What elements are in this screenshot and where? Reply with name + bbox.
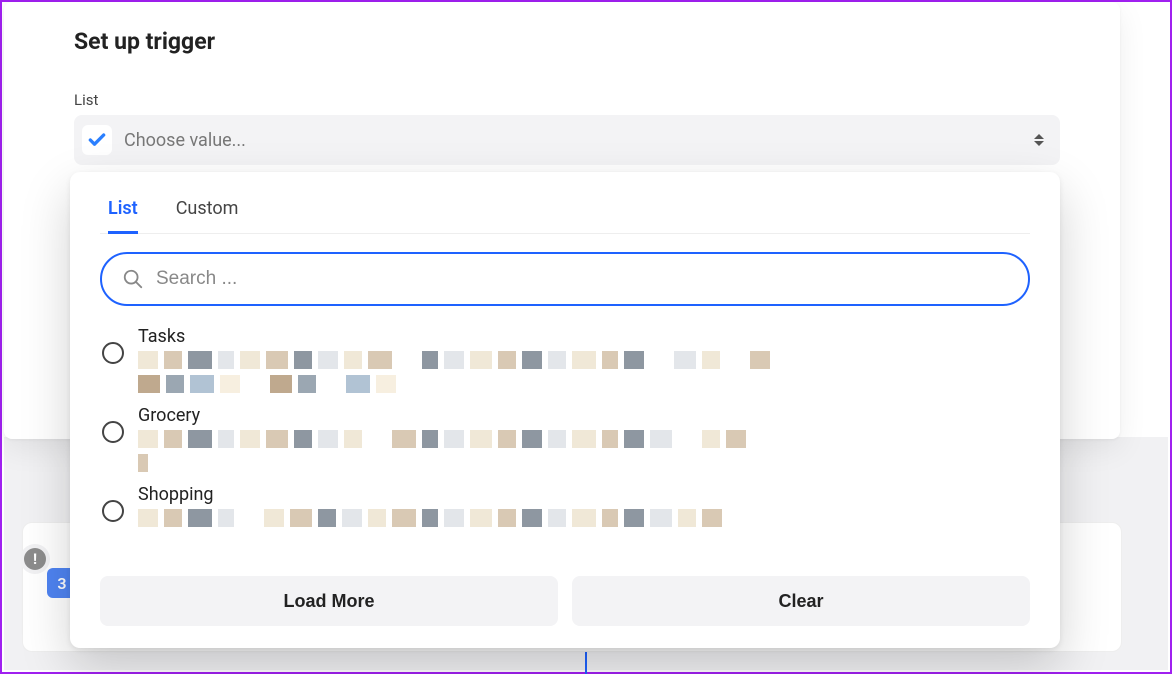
list-option[interactable]: Tasks: [100, 320, 1030, 399]
list-select[interactable]: Choose value...: [74, 115, 1060, 165]
list-dropdown-popover: List Custom Tasks Grocery Shopping Load Mo…: [70, 172, 1060, 648]
tab-custom[interactable]: Custom: [176, 192, 239, 234]
list-option[interactable]: Grocery: [100, 399, 1030, 478]
panel-title: Set up trigger: [74, 28, 1060, 55]
radio-icon: [102, 421, 124, 443]
search-icon: [122, 268, 144, 290]
option-title: Shopping: [138, 484, 1028, 505]
list-option[interactable]: Shopping: [100, 478, 1030, 533]
option-title: Grocery: [138, 405, 1028, 426]
checkmark-icon: [87, 130, 107, 150]
app-icon: [82, 125, 112, 155]
select-placeholder: Choose value...: [124, 130, 246, 151]
popover-buttons: Load More Clear: [100, 576, 1030, 626]
redacted-text: [138, 430, 1028, 472]
search-input[interactable]: [156, 268, 1008, 290]
radio-icon: [102, 342, 124, 364]
popover-tabs: List Custom: [100, 192, 1030, 234]
alert-badge: !: [24, 548, 46, 570]
search-field-wrapper[interactable]: [100, 252, 1030, 306]
clear-button[interactable]: Clear: [572, 576, 1030, 626]
options-list: Tasks Grocery Shopping: [100, 320, 1030, 566]
list-field-label: List: [74, 91, 1060, 109]
redacted-text: [138, 509, 1028, 527]
select-caret-icon: [1032, 130, 1046, 150]
tab-list[interactable]: List: [108, 192, 138, 234]
load-more-button[interactable]: Load More: [100, 576, 558, 626]
flow-connector-line: [585, 652, 587, 674]
option-title: Tasks: [138, 326, 1028, 347]
list-fade: [100, 542, 1030, 566]
redacted-text: [138, 351, 1028, 393]
radio-icon: [102, 500, 124, 522]
